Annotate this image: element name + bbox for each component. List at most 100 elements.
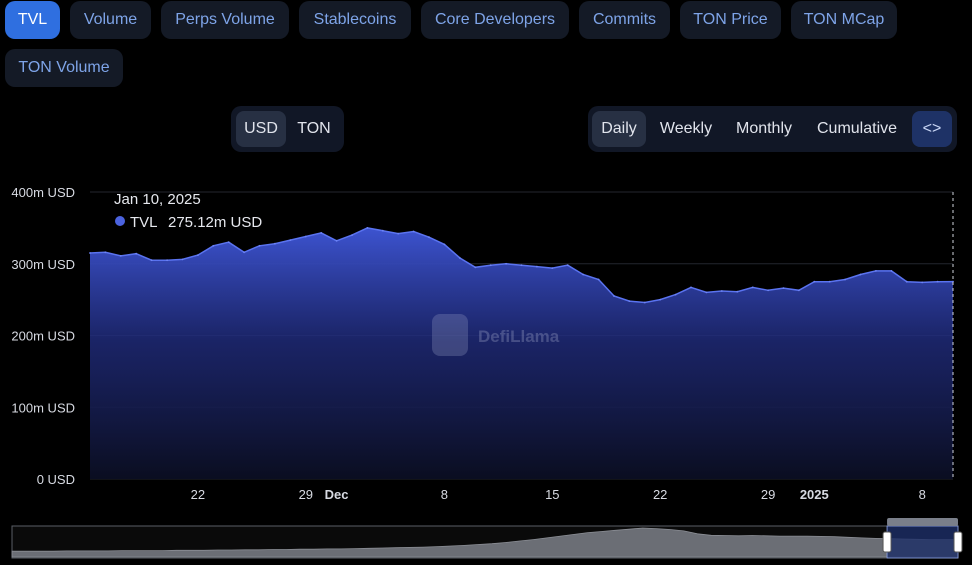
- y-tick-label: 0 USD: [37, 472, 75, 487]
- x-tick-label: 22: [653, 487, 667, 502]
- data-point: [905, 280, 908, 283]
- tab-tvl[interactable]: TVL: [5, 1, 60, 39]
- grouping-daily-button[interactable]: Daily: [592, 111, 646, 147]
- tab-ton-volume[interactable]: TON Volume: [5, 49, 123, 87]
- x-tick-label: 8: [441, 487, 448, 502]
- navigator-drag-handle[interactable]: [887, 518, 958, 526]
- data-point: [813, 280, 816, 283]
- tooltip: Jan 10, 2025 TVL 275.12m USD: [114, 191, 262, 231]
- data-point: [536, 265, 538, 268]
- data-point: [197, 254, 199, 256]
- tab-perps-volume[interactable]: Perps Volume: [161, 1, 289, 39]
- data-point: [613, 295, 615, 297]
- grouping-weekly-button[interactable]: Weekly: [651, 111, 721, 147]
- grouping-toggle: Daily Weekly Monthly Cumulative <>: [588, 106, 957, 152]
- x-tick-label: 15: [545, 487, 559, 502]
- data-point: [104, 251, 107, 254]
- data-point: [782, 287, 785, 289]
- data-point: [289, 239, 292, 242]
- grouping-monthly-button[interactable]: Monthly: [726, 111, 802, 147]
- data-point: [643, 301, 646, 304]
- navigator-selection[interactable]: [886, 525, 959, 559]
- data-point: [335, 239, 338, 242]
- code-brackets-icon[interactable]: <>: [912, 111, 952, 147]
- data-point: [798, 289, 800, 292]
- data-point: [366, 227, 369, 229]
- x-axis: 22 29 Dec 8 15 22 29 2025 8: [191, 487, 926, 502]
- data-point: [412, 230, 415, 233]
- tab-commits[interactable]: Commits: [579, 1, 670, 39]
- y-tick-label: 400m USD: [11, 185, 75, 200]
- tooltip-value: 275.12m USD: [168, 214, 262, 231]
- data-point: [274, 242, 276, 245]
- data-point: [258, 244, 261, 247]
- navigator-left-handle[interactable]: [882, 531, 892, 553]
- x-tick-label: 2025: [800, 487, 829, 502]
- data-point: [828, 280, 831, 283]
- data-point: [844, 278, 846, 281]
- data-point: [875, 270, 877, 272]
- data-point: [751, 286, 754, 289]
- data-point: [489, 264, 492, 267]
- tooltip-series-dot: [115, 216, 125, 226]
- y-tick-label: 100m USD: [11, 400, 75, 415]
- data-point: [936, 280, 939, 283]
- data-point: [921, 281, 924, 284]
- data-point: [397, 232, 400, 235]
- denomination-usd-button[interactable]: USD: [236, 111, 286, 147]
- denomination-ton-button[interactable]: TON: [289, 111, 339, 147]
- data-point: [304, 235, 307, 238]
- y-tick-label: 300m USD: [11, 257, 75, 272]
- data-point: [659, 298, 662, 301]
- data-point: [166, 259, 169, 262]
- data-point: [212, 244, 215, 247]
- x-tick-label: 8: [919, 487, 926, 502]
- tooltip-date: Jan 10, 2025: [114, 191, 201, 208]
- tab-ton-mcap[interactable]: TON MCap: [791, 1, 897, 39]
- data-point: [181, 258, 184, 261]
- data-point: [459, 257, 461, 259]
- data-point: [351, 234, 353, 237]
- x-tick-label: 29: [299, 487, 313, 502]
- denomination-toggle: USD TON: [231, 106, 344, 152]
- data-point: [551, 267, 554, 269]
- data-point: [135, 252, 138, 255]
- y-axis: 0 USD 100m USD 200m USD 300m USD 400m USD: [11, 185, 75, 487]
- data-point: [474, 266, 477, 269]
- x-tick-label: Dec: [325, 487, 349, 502]
- tab-ton-price[interactable]: TON Price: [680, 1, 781, 39]
- tab-core-developers[interactable]: Core Developers: [421, 1, 569, 39]
- data-point: [736, 290, 739, 293]
- data-point: [381, 229, 384, 232]
- data-point: [566, 264, 569, 267]
- y-tick-label: 200m USD: [11, 329, 75, 344]
- data-point: [690, 286, 692, 289]
- data-point: [628, 300, 631, 302]
- llama-logo-icon: [432, 314, 468, 356]
- data-point: [720, 290, 723, 292]
- tab-volume[interactable]: Volume: [70, 1, 151, 39]
- data-point: [674, 293, 677, 296]
- data-point: [119, 255, 122, 257]
- navigator-right-handle[interactable]: [953, 531, 963, 553]
- x-tick-label: 29: [761, 487, 775, 502]
- watermark-text: DefiLlama: [478, 327, 560, 346]
- data-point: [597, 278, 600, 281]
- data-point: [705, 291, 708, 294]
- data-point: [859, 273, 862, 276]
- data-point: [320, 232, 323, 234]
- tooltip-series-name: TVL: [130, 214, 158, 231]
- data-point: [150, 259, 153, 262]
- grouping-cumulative-button[interactable]: Cumulative: [808, 111, 906, 147]
- data-point: [227, 241, 230, 244]
- data-point: [428, 236, 430, 239]
- time-range-navigator[interactable]: [0, 515, 972, 563]
- data-point: [243, 251, 246, 254]
- data-point: [520, 264, 523, 267]
- data-point: [582, 273, 584, 276]
- data-point: [505, 262, 507, 265]
- data-point: [890, 270, 893, 272]
- tab-stablecoins[interactable]: Stablecoins: [299, 1, 411, 39]
- data-point: [767, 289, 769, 292]
- tvl-area-chart[interactable]: 0 USD 100m USD 200m USD 300m USD 400m USD 22…: [0, 170, 972, 510]
